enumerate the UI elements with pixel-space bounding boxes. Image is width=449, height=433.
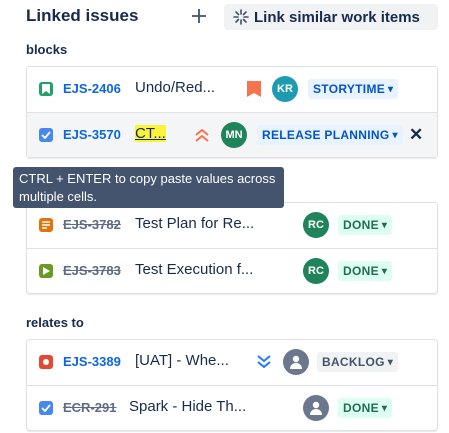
linked-issue-row[interactable]: EJS-3783 Test Execution f... RC DONE ▾ [27, 248, 437, 293]
issue-key[interactable]: EJS-3783 [63, 263, 121, 278]
chevron-down-icon: ▾ [381, 402, 388, 414]
section-title: Linked issues [26, 6, 139, 25]
issue-key[interactable]: ECR-291 [63, 400, 116, 415]
issue-summary[interactable]: Test Execution f... [135, 261, 253, 278]
issue-key[interactable]: EJS-3570 [63, 127, 121, 142]
linked-issue-row[interactable]: EJS-3389 [UAT] - Whe... BACKLOG ▾ [27, 340, 437, 384]
linked-issue-row[interactable]: ECR-291 Spark - Hide Th... DONE ▾ [27, 385, 437, 430]
linked-issue-row[interactable]: EJS-3782 Test Plan for Re... RC DONE ▾ [27, 203, 437, 247]
issue-key[interactable]: EJS-2406 [63, 81, 121, 96]
chevron-down-icon: ▾ [388, 83, 394, 95]
priority-lowest-icon [255, 353, 273, 371]
issue-summary[interactable]: Test Plan for Re... [135, 215, 254, 232]
status-dropdown[interactable]: DONE ▾ [338, 261, 393, 281]
linked-issues-group: EJS-3782 Test Plan for Re... RC DONE ▾ EJ… [26, 202, 438, 294]
plus-icon [192, 9, 206, 23]
assignee-avatar[interactable]: RC [303, 258, 329, 284]
status-dropdown[interactable]: BACKLOG ▾ [317, 352, 399, 372]
linked-issue-row[interactable]: EJS-2406 Undo/Red... KR STORYTIME ▾ [27, 67, 437, 111]
status-label: BACKLOG [322, 355, 385, 369]
status-label: DONE [343, 218, 379, 232]
task-icon [39, 401, 53, 415]
unlink-close-icon[interactable]: ✕ [409, 125, 423, 145]
status-dropdown[interactable]: RELEASE PLANNING ▾ [257, 125, 403, 145]
issue-summary[interactable]: Undo/Red... [135, 79, 215, 96]
test-plan-icon [39, 218, 53, 232]
issue-summary[interactable]: [UAT] - Whe... [135, 352, 229, 369]
linked-issue-row-selected[interactable]: EJS-3570 CT... MN RELEASE PLANNING ▾ ✕ [27, 112, 437, 157]
add-link-button[interactable] [186, 2, 212, 30]
sparkle-icon [228, 9, 254, 25]
issue-summary[interactable]: CT... [135, 125, 166, 142]
linked-issues-group-relates-to: EJS-3389 [UAT] - Whe... BACKLOG ▾ ECR-291… [26, 339, 438, 431]
assignee-avatar[interactable]: RC [303, 212, 329, 238]
issue-key[interactable]: EJS-3389 [63, 354, 121, 369]
chevron-down-icon: ▾ [387, 356, 394, 368]
linked-issues-group-blocks: EJS-2406 Undo/Red... KR STORYTIME ▾ EJS-3… [26, 66, 438, 158]
linked-issues-header: Linked issues Link similar work items [26, 0, 446, 34]
assignee-avatar[interactable]: MN [221, 122, 247, 148]
status-label: STORYTIME [313, 82, 386, 96]
task-icon [39, 128, 53, 142]
status-dropdown[interactable]: DONE ▾ [338, 215, 393, 235]
tooltip: CTRL + ENTER to copy paste values across… [13, 167, 284, 208]
unassigned-avatar-icon[interactable] [283, 349, 309, 375]
link-type-label-relates-to: relates to [26, 315, 84, 330]
test-execution-icon [39, 264, 53, 278]
unassigned-avatar-icon[interactable] [303, 395, 329, 421]
chevron-down-icon: ▾ [381, 265, 388, 277]
link-similar-label: Link similar work items [254, 8, 420, 26]
link-type-label-blocks: blocks [26, 42, 68, 57]
status-label: DONE [343, 401, 379, 415]
assignee-avatar[interactable]: KR [272, 76, 298, 102]
status-label: RELEASE PLANNING [262, 128, 390, 142]
bug-icon [39, 355, 53, 369]
status-label: DONE [343, 264, 379, 278]
story-icon [39, 82, 53, 96]
chevron-down-icon: ▾ [392, 129, 398, 141]
priority-high-icon [245, 80, 263, 98]
link-similar-work-items-button[interactable]: Link similar work items [224, 4, 438, 30]
status-dropdown[interactable]: STORYTIME ▾ [308, 79, 399, 99]
chevron-down-icon: ▾ [381, 219, 388, 231]
issue-key[interactable]: EJS-3782 [63, 217, 121, 232]
priority-highest-icon [193, 126, 211, 144]
status-dropdown[interactable]: DONE ▾ [338, 398, 393, 418]
issue-summary[interactable]: Spark - Hide Th... [129, 398, 246, 415]
